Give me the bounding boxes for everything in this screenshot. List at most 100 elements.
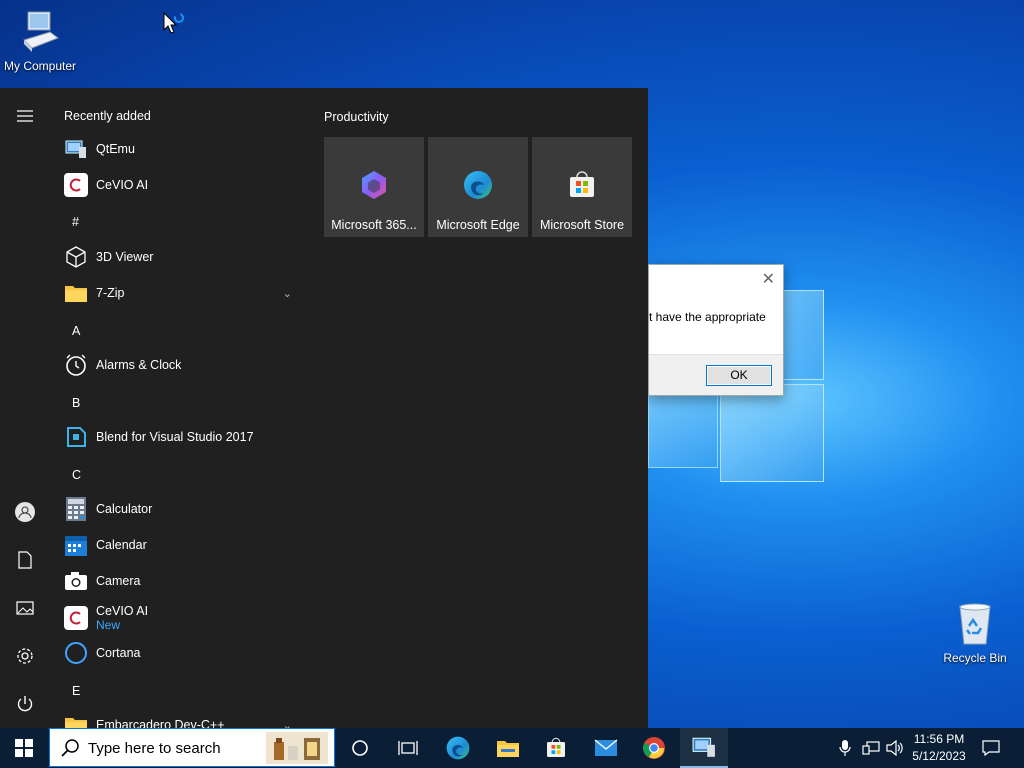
- app-item-camera[interactable]: Camera: [64, 566, 304, 596]
- taskbar-file-explorer[interactable]: [484, 728, 532, 768]
- recycle-bin-icon: [959, 603, 991, 645]
- taskbar-chrome[interactable]: [630, 728, 678, 768]
- desktop-icon-label: My Computer: [3, 59, 77, 73]
- app-label: Calendar: [96, 538, 147, 552]
- volume-icon[interactable]: [886, 728, 904, 768]
- taskbar-mail[interactable]: [582, 728, 630, 768]
- folder-icon: [64, 713, 88, 728]
- store-icon: [547, 737, 565, 757]
- cube-icon: [64, 245, 88, 269]
- section-letter[interactable]: #: [72, 215, 79, 229]
- documents-icon[interactable]: [13, 548, 37, 572]
- tile-microsoft-edge[interactable]: Microsoft Edge: [428, 137, 528, 237]
- taskbar-task-view[interactable]: [384, 728, 432, 768]
- chevron-down-icon[interactable]: ⌄: [283, 719, 292, 729]
- section-letter[interactable]: C: [72, 468, 81, 482]
- app-label: QtEmu: [96, 142, 135, 156]
- system-clock[interactable]: 11:56 PM 5/12/2023: [906, 731, 972, 765]
- taskbar: Type here to search 11:56 PM 5/12/2023: [0, 728, 1024, 768]
- qtemu-icon: [692, 737, 715, 757]
- app-label: Embarcadero Dev-C++: [96, 718, 225, 728]
- recently-added-header: Recently added: [64, 109, 151, 123]
- app-list: Recently added QtEmu CeVIO AI # 3D Viewe…: [50, 88, 312, 728]
- start-menu: Recently added QtEmu CeVIO AI # 3D Viewe…: [0, 88, 648, 728]
- app-item-3d-viewer[interactable]: 3D Viewer: [64, 242, 304, 272]
- app-label: Calculator: [96, 502, 153, 516]
- app-label: 7-Zip: [96, 286, 125, 300]
- notifications-icon[interactable]: [982, 728, 1000, 768]
- cortana-icon: [64, 641, 88, 665]
- calculator-icon: [64, 497, 88, 521]
- app-label: CeVIO AI: [96, 604, 149, 618]
- tile-label: Microsoft 365...: [331, 218, 417, 232]
- app-item-7-zip[interactable]: 7-Zip ⌄: [64, 278, 304, 308]
- taskbar-cortana[interactable]: [336, 728, 384, 768]
- search-highlight-illustration-icon: [266, 732, 328, 764]
- search-placeholder: Type here to search: [88, 740, 221, 757]
- network-icon[interactable]: [862, 728, 880, 768]
- m365-icon: [362, 171, 386, 199]
- camera-icon: [64, 569, 88, 593]
- computer-icon: [23, 11, 60, 52]
- desktop-icon-recycle-bin[interactable]: Recycle Bin: [935, 602, 1015, 665]
- tiles-group-header[interactable]: Productivity: [324, 110, 389, 124]
- start-button[interactable]: [0, 728, 48, 768]
- tile-label: Microsoft Store: [539, 218, 625, 232]
- section-letter[interactable]: E: [72, 684, 80, 698]
- hamburger-icon[interactable]: [13, 104, 37, 128]
- close-icon[interactable]: ✕: [762, 269, 775, 289]
- search-box[interactable]: Type here to search: [49, 728, 335, 767]
- mail-icon: [594, 739, 618, 756]
- chrome-icon: [643, 737, 665, 759]
- microphone-icon[interactable]: [838, 728, 852, 768]
- tile-label: Microsoft Edge: [436, 218, 520, 232]
- mouse-cursor-icon: [163, 12, 184, 34]
- cevio-icon: [64, 606, 88, 630]
- app-item-qtemu[interactable]: QtEmu: [64, 134, 304, 164]
- start-rail: [0, 88, 50, 728]
- app-item-blend[interactable]: Blend for Visual Studio 2017: [64, 422, 304, 452]
- message-dialog: ✕ t have the appropriate OK: [648, 264, 784, 396]
- file-explorer-icon: [497, 741, 519, 757]
- tile-microsoft-store[interactable]: Microsoft Store: [532, 137, 632, 237]
- chevron-down-icon[interactable]: ⌄: [283, 287, 292, 300]
- taskbar-qtemu[interactable]: [680, 728, 728, 768]
- windows-logo-icon: [15, 739, 33, 757]
- app-label: CeVIO AI: [96, 178, 149, 192]
- clock-time: 11:56 PM: [913, 732, 965, 746]
- app-item-cevio-ai-new[interactable]: CeVIO AI New: [64, 602, 304, 634]
- dialog-message: t have the appropriate: [649, 310, 766, 324]
- cevio-icon: [64, 173, 88, 197]
- settings-icon[interactable]: [13, 644, 37, 668]
- search-icon: [61, 739, 79, 757]
- ok-button[interactable]: OK: [706, 365, 772, 386]
- app-item-calendar[interactable]: Calendar: [64, 530, 304, 560]
- edge-icon: [464, 171, 492, 199]
- app-label: Alarms & Clock: [96, 358, 182, 372]
- app-item-embarcadero[interactable]: Embarcadero Dev-C++ ⌄: [64, 710, 304, 728]
- user-icon[interactable]: [13, 500, 37, 524]
- cortana-icon: [352, 740, 368, 756]
- app-label: 3D Viewer: [96, 250, 154, 264]
- calendar-icon: [64, 533, 88, 557]
- blend-icon: [64, 425, 88, 449]
- app-item-cortana[interactable]: Cortana: [64, 638, 304, 668]
- clock-date: 5/12/2023: [912, 749, 966, 763]
- app-item-cevio-ai[interactable]: CeVIO AI: [64, 170, 304, 200]
- task-view-icon: [398, 741, 418, 755]
- app-label: Blend for Visual Studio 2017: [96, 430, 254, 444]
- app-item-calculator[interactable]: Calculator: [64, 494, 304, 524]
- section-letter[interactable]: A: [72, 324, 80, 338]
- desktop-icon-label: Recycle Bin: [943, 651, 1007, 665]
- taskbar-store[interactable]: [532, 728, 580, 768]
- app-item-alarms-clock[interactable]: Alarms & Clock: [64, 350, 304, 380]
- pictures-icon[interactable]: [13, 596, 37, 620]
- power-icon[interactable]: [13, 692, 37, 716]
- qtemu-icon: [64, 137, 88, 161]
- section-letter[interactable]: B: [72, 396, 80, 410]
- desktop-icon-my-computer[interactable]: My Computer: [0, 10, 80, 73]
- taskbar-edge[interactable]: [434, 728, 482, 768]
- new-badge: New: [96, 618, 121, 632]
- app-label: Camera: [96, 574, 141, 588]
- tile-microsoft-365[interactable]: Microsoft 365...: [324, 137, 424, 237]
